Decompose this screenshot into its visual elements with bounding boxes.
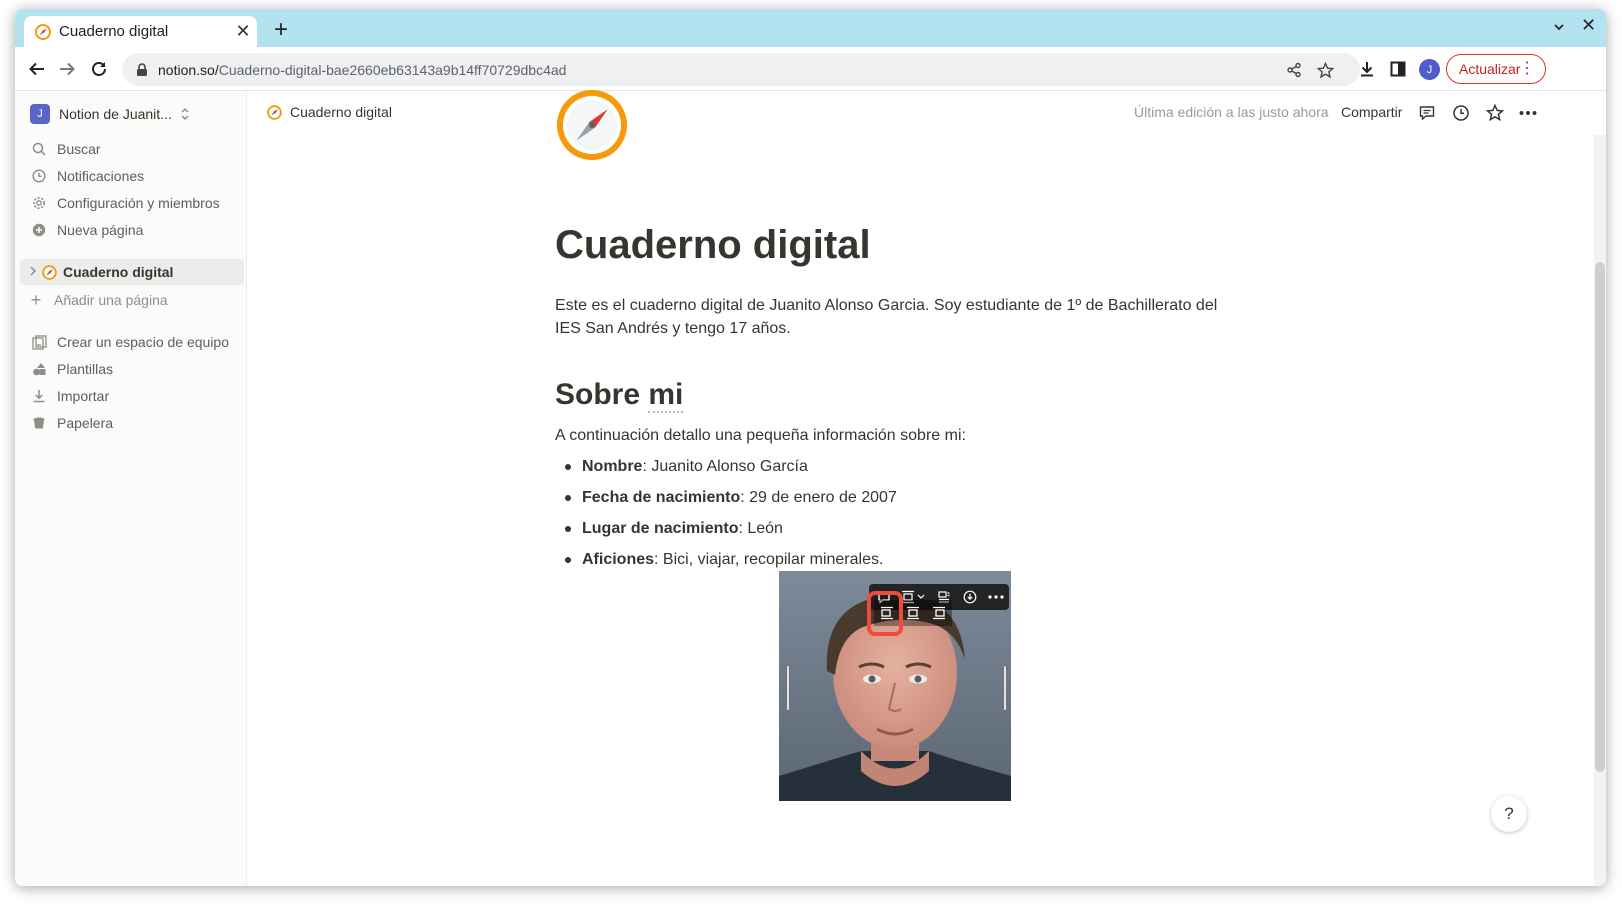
profile-avatar[interactable]: J: [1419, 59, 1440, 80]
window-close-icon[interactable]: ✕: [1581, 15, 1596, 36]
tab-strip: Cuaderno digital ✕ + ✕: [15, 9, 1606, 47]
team-space-icon: [30, 333, 48, 351]
page-title[interactable]: Cuaderno digital: [555, 223, 871, 268]
last-edited-text: Última edición a las justo ahora: [1134, 104, 1329, 120]
sidebar-item-papelera[interactable]: Papelera: [30, 410, 113, 436]
compass-icon: [267, 104, 282, 120]
help-button[interactable]: ?: [1491, 796, 1527, 832]
notion-app: J Notion de Juanit... Buscar Notificacio…: [15, 90, 1606, 886]
templates-icon: [30, 360, 48, 378]
tab-title: Cuaderno digital: [59, 23, 169, 40]
tab-close-icon[interactable]: ✕: [229, 21, 257, 42]
import-icon: [30, 387, 48, 405]
workspace-name: Notion de Juanit...: [59, 106, 172, 122]
list-item-fecha-nacimiento[interactable]: Fecha de nacimiento: 29 de enero de 2007: [555, 489, 897, 507]
list-item-lugar-nacimiento[interactable]: Lugar de nacimiento: León: [555, 520, 783, 538]
page-topbar: Cuaderno digital Última edición a las ju…: [248, 91, 1606, 135]
scrollbar-thumb[interactable]: [1595, 262, 1605, 772]
resize-handle-left[interactable]: [786, 665, 790, 711]
sidebar-item-crear-espacio[interactable]: Crear un espacio de equipo: [30, 329, 229, 355]
clock-icon: [30, 167, 48, 185]
side-panel-icon[interactable]: [1386, 57, 1410, 81]
site-info-icon[interactable]: [136, 62, 148, 77]
download-icon[interactable]: [1355, 57, 1379, 81]
download-circle-icon[interactable]: [959, 586, 981, 608]
trash-icon: [30, 414, 48, 432]
plus-circle-icon: [30, 221, 48, 239]
browser-window: Cuaderno digital ✕ + ✕ notion.so/Cuadern…: [15, 9, 1606, 886]
workspace-switcher[interactable]: J Notion de Juanit...: [30, 103, 190, 125]
chevron-right-icon[interactable]: [24, 266, 42, 279]
url-text: notion.so/Cuaderno-digital-bae2660eb6314…: [158, 61, 567, 78]
sidebar-item-plantillas[interactable]: Plantillas: [30, 356, 113, 382]
section-heading-sobre-mi[interactable]: Sobre mi: [555, 378, 684, 413]
list-item-nombre[interactable]: Nombre: Juanito Alonso García: [555, 458, 808, 476]
sidebar-item-nueva-pagina[interactable]: Nueva página: [30, 217, 143, 243]
highlight-box: [867, 591, 903, 636]
forward-arrow-icon[interactable]: [55, 57, 79, 81]
scrollbar-track[interactable]: [1594, 135, 1606, 886]
share-button[interactable]: Compartir: [1341, 104, 1402, 120]
reload-icon[interactable]: [87, 57, 111, 81]
sidebar-item-notificaciones[interactable]: Notificaciones: [30, 163, 144, 189]
gear-icon: [30, 194, 48, 212]
tab-cuaderno-digital[interactable]: Cuaderno digital ✕: [24, 16, 257, 47]
sidebar-item-importar[interactable]: Importar: [30, 383, 109, 409]
sidebar-item-buscar[interactable]: Buscar: [30, 136, 101, 162]
update-button[interactable]: Actualizar ⋮: [1446, 54, 1546, 84]
breadcrumb[interactable]: Cuaderno digital: [267, 104, 392, 120]
history-clock-icon[interactable]: [1450, 102, 1472, 124]
sidebar: J Notion de Juanit... Buscar Notificacio…: [15, 91, 247, 886]
back-arrow-icon[interactable]: [25, 57, 49, 81]
sidebar-page-cuaderno-digital[interactable]: Cuaderno digital: [20, 259, 244, 285]
browser-toolbar: notion.so/Cuaderno-digital-bae2660eb6314…: [15, 47, 1606, 91]
bookmark-star-icon[interactable]: [1315, 60, 1335, 80]
more-horizontal-icon[interactable]: [1517, 102, 1539, 124]
page-main: Cuaderno digital Última edición a las ju…: [248, 90, 1606, 886]
align-center-icon[interactable]: [900, 600, 926, 626]
search-icon: [30, 140, 48, 158]
align-right-icon[interactable]: [926, 600, 952, 626]
compass-icon[interactable]: [555, 87, 635, 167]
comment-icon[interactable]: [1416, 102, 1438, 124]
address-bar[interactable]: notion.so/Cuaderno-digital-bae2660eb6314…: [122, 53, 1360, 86]
sidebar-item-configuracion[interactable]: Configuración y miembros: [30, 190, 220, 216]
tab-search-dropdown-icon[interactable]: [1552, 20, 1566, 37]
share-page-icon[interactable]: [1284, 60, 1304, 80]
chevron-updown-icon: [180, 107, 190, 122]
favorite-star-icon[interactable]: [1484, 102, 1506, 124]
new-tab-button[interactable]: +: [267, 17, 295, 45]
more-vertical-icon: ⋮: [1519, 60, 1535, 77]
compass-icon: [35, 23, 51, 40]
compass-icon: [42, 264, 57, 280]
intro-paragraph[interactable]: Este es el cuaderno digital de Juanito A…: [555, 294, 1235, 340]
plus-icon: +: [30, 289, 42, 310]
resize-handle-right[interactable]: [1003, 665, 1007, 711]
add-page-button[interactable]: + Añadir una página: [27, 287, 168, 313]
more-options-icon[interactable]: [985, 586, 1007, 608]
workspace-avatar: J: [30, 104, 50, 124]
list-item-aficiones[interactable]: Aficiones: Bici, viajar, recopilar miner…: [555, 551, 883, 569]
section-paragraph[interactable]: A continuación detallo una pequeña infor…: [555, 427, 966, 445]
